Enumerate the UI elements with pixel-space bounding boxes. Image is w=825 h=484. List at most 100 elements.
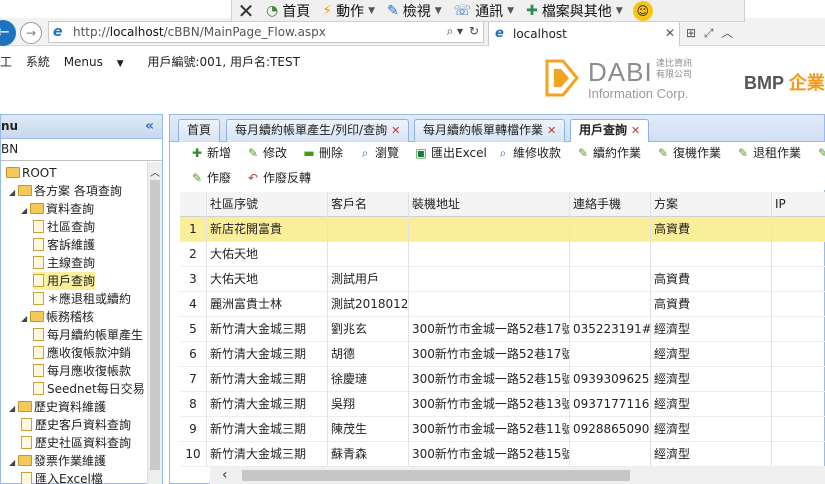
tree-item[interactable]: ◢ 各方案 各項查詢 [9, 182, 122, 200]
tree-item[interactable]: ◢ 資料查詢 [21, 200, 94, 218]
url-input[interactable]: e http://localhost/cBBN/MainPage_Flow.as… [48, 21, 484, 43]
tree-item[interactable]: 歷史社區資料查詢 [21, 434, 131, 452]
menu-item-menus[interactable]: Menus ▼ [64, 55, 134, 69]
horizontal-scrollbar[interactable]: ‹ [210, 467, 825, 484]
phone-cell [570, 242, 651, 267]
terminate-button[interactable]: ✎ 退租作業 [736, 144, 801, 162]
tab-user-query[interactable]: 用戶查詢 ✕ [570, 119, 650, 143]
community-cell: 大佑天地 [207, 242, 328, 267]
add-button[interactable]: ✚ 新增 [190, 144, 231, 162]
window-controls[interactable]: ⊞ ⤢ ︿ [686, 24, 735, 41]
delete-button[interactable]: ▬ 刪除 [302, 144, 343, 162]
tab-monthly-bill[interactable]: 每月續約帳單產生/列印/查詢 ✕ [226, 119, 410, 142]
tree-item-label: 帳務稽核 [46, 310, 95, 324]
tree-expander-icon[interactable]: ◢ [9, 184, 18, 202]
tree-item[interactable]: 用戶查詢 [33, 272, 96, 290]
table-row[interactable]: 1 新店花開富貴 高資費 [180, 217, 825, 242]
table-row[interactable]: 10 新竹清大金城三期 蘇青森 300新竹市金城一路52巷15號5 經濟型 [180, 442, 825, 467]
search-dropdown-icon[interactable]: ⌕ ▾ [446, 24, 463, 39]
document-icon [33, 382, 44, 395]
more-button[interactable]: ✎ [816, 144, 825, 162]
column-header[interactable]: 連絡手機 [570, 192, 651, 217]
toolbar-home[interactable]: ◔ 首頁 [260, 1, 316, 21]
toolbar-view[interactable]: ✎ 檢視 ▼ [381, 1, 448, 21]
tree-item[interactable]: ◢ 發票作業維護 [9, 452, 106, 470]
tree-item[interactable]: ROOT [1, 164, 57, 182]
smiley-icon[interactable]: ☺ [632, 0, 653, 21]
forward-button[interactable]: → [20, 22, 42, 44]
tree-item[interactable]: Seednet每日交易 [33, 380, 145, 398]
tree-item[interactable]: 匯入Excel檔 [21, 470, 103, 484]
column-header[interactable]: IP [772, 192, 825, 217]
scrollbar-thumb[interactable] [242, 470, 630, 481]
collapse-icon[interactable]: « [145, 115, 154, 138]
tree-item[interactable]: 每月應收復帳款 [33, 362, 131, 380]
tree-item[interactable]: 應收復帳款沖銷 [33, 344, 131, 362]
toolbar-files[interactable]: ✚ 檔案與其他 ▼ [520, 1, 629, 21]
tree-expander-icon[interactable]: ◢ [9, 400, 18, 418]
renew-button[interactable]: ✎ 續約作業 [576, 144, 641, 162]
restore-button[interactable]: ✎ 復機作業 [656, 144, 721, 162]
close-icon[interactable]: ✕ [232, 0, 260, 22]
phone-cell: 0928865090 [570, 417, 651, 442]
tree-item-label: 各方案 各項查詢 [34, 184, 122, 198]
column-header[interactable]: 社區序號 [207, 192, 328, 217]
void-button[interactable]: ✎ 作廢 [190, 169, 231, 187]
browse-button[interactable]: ⌕ 瀏覽 [358, 144, 399, 162]
browser-tab[interactable]: e localhost ✕ [488, 21, 680, 46]
column-header[interactable]: 方案 [651, 192, 772, 217]
plan-cell: 經濟型 [651, 342, 772, 367]
back-button[interactable]: ← [0, 20, 16, 46]
address-cell: 300新竹市金城一路52巷17號6 [409, 342, 570, 367]
tab-strip: 首頁 每月續約帳單產生/列印/查詢 ✕ 每月續約帳單轉檔作業 ✕ 用戶查詢 ✕ [170, 115, 824, 143]
row-number: 5 [180, 317, 207, 342]
scroll-up-icon[interactable]: ︿ [150, 164, 160, 179]
scroll-left-icon[interactable]: ‹ [222, 467, 228, 483]
close-tab-icon[interactable]: ✕ [391, 124, 400, 137]
tree-item[interactable]: 歷史客戶資料查詢 [21, 416, 131, 434]
void-reverse-button[interactable]: ↶ 作廢反轉 [246, 169, 311, 187]
table-row[interactable]: 7 新竹清大金城三期 徐慶璉 300新竹市金城一路52巷15號2 0939309625 經… [180, 367, 825, 392]
tree-item[interactable]: 主線查詢 [33, 254, 95, 272]
phone-icon: ☏ [453, 2, 472, 19]
column-header[interactable] [180, 192, 207, 217]
toolbar-comm[interactable]: ☏ 通訊 ▼ [448, 1, 520, 21]
menu-item-work[interactable]: 工 [0, 55, 12, 69]
tree-item[interactable]: ＊應退租或續約 [33, 290, 131, 308]
tab-bill-transfer[interactable]: 每月續約帳單轉檔作業 ✕ [414, 119, 566, 142]
table-row[interactable]: 5新竹清大金城三期劉兆玄300新竹市金城一路52巷17號4035223191#2… [180, 317, 825, 342]
sidebar-scrollbar[interactable]: ︿ [147, 162, 162, 484]
reload-icon[interactable]: ↻ [469, 24, 479, 38]
tree-item[interactable]: 客訴維護 [33, 236, 95, 254]
table-row[interactable]: 3 大佑天地 測試用戶 高資費 [180, 267, 825, 292]
tree-item[interactable]: ◢ 帳務稽核 [21, 308, 94, 326]
table-row[interactable]: 8 新竹清大金城三期 吳翔 300新竹市金城一路52巷13號4 0937177116 經濟… [180, 392, 825, 417]
tab-home[interactable]: 首頁 [178, 119, 221, 142]
tree-item[interactable]: 社區查詢 [33, 218, 95, 236]
grid-header: 社區序號 客戶名 裝機地址 連絡手機 方案 IP [180, 192, 825, 217]
edit-button[interactable]: ✎ 修改 [246, 144, 287, 162]
tree-item[interactable]: 每月續約帳單產生 [33, 326, 143, 344]
document-icon [33, 364, 44, 377]
toolbar-action[interactable]: ⚡ 動作 ▼ [316, 1, 381, 21]
menu-item-system[interactable]: 系統 [26, 55, 50, 69]
repair-payment-button[interactable]: ⌕ 維修收款 [496, 144, 561, 162]
tree-expander-icon[interactable]: ◢ [21, 310, 30, 328]
row-number: 1 [180, 217, 207, 242]
ip-cell [772, 367, 825, 392]
tree-item[interactable]: ◢ 歷史資料維護 [9, 398, 106, 416]
close-tab-icon[interactable]: ✕ [665, 26, 675, 40]
table-row[interactable]: 2 大佑天地 [180, 242, 825, 267]
close-tab-icon[interactable]: ✕ [547, 124, 556, 137]
close-tab-icon[interactable]: ✕ [631, 124, 640, 137]
tree-expander-icon[interactable]: ◢ [21, 202, 30, 220]
scrollbar-thumb[interactable] [150, 180, 160, 470]
export-excel-button[interactable]: ▣ 匯出Excel [414, 144, 486, 162]
tree-expander-icon[interactable]: ◢ [9, 454, 18, 472]
column-header[interactable]: 客戶名 [328, 192, 409, 217]
sidebar-search-input[interactable]: BN [1, 139, 162, 161]
table-row[interactable]: 4 麗洲富貴士林 測試20180122 高資費 [180, 292, 825, 317]
column-header[interactable]: 裝機地址 [409, 192, 570, 217]
table-row[interactable]: 6 新竹清大金城三期 胡德 300新竹市金城一路52巷17號6 經濟型 [180, 342, 825, 367]
table-row[interactable]: 9 新竹清大金城三期 陳茂生 300新竹市金城一路52巷11號6 0928865090 經… [180, 417, 825, 442]
